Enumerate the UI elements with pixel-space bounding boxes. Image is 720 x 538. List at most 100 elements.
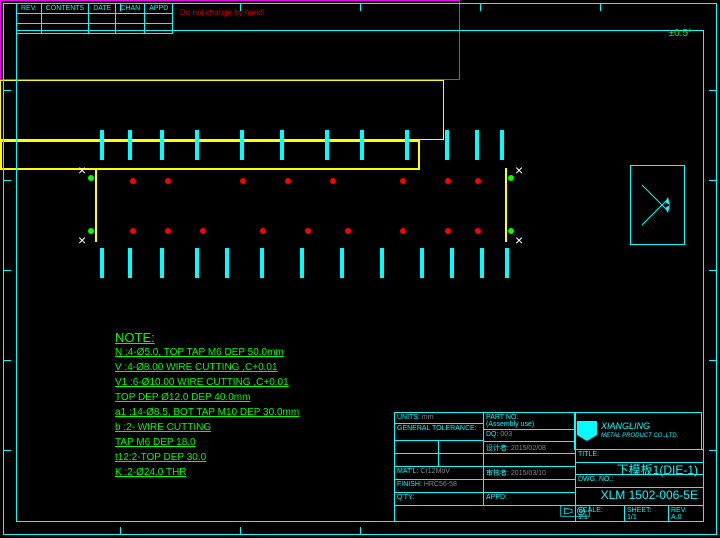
hole-marker: [345, 228, 351, 234]
hole-marker: [445, 178, 451, 184]
note-line: t12:2-TOP DEP 30.0: [115, 450, 299, 465]
qty-label: Q'TY:: [394, 492, 484, 506]
dim-leader: [380, 248, 384, 278]
dim-leader: [195, 248, 199, 278]
dim-leader: [280, 130, 284, 160]
cross-mark: ×: [78, 162, 86, 178]
cross-mark: ×: [78, 232, 86, 248]
tick: [360, 3, 361, 11]
drawn-date: 2015/02/08: [511, 445, 546, 452]
note-line: V1 :6-Ø10.00 WIRE CUTTING ,C+0.01: [115, 375, 299, 390]
rev-header: CONTENTS: [41, 4, 89, 14]
dim-leader: [500, 130, 504, 160]
hole-marker: [165, 178, 171, 184]
dim-leader: [445, 130, 449, 160]
hole-marker: [240, 178, 246, 184]
rev-header: DATE: [89, 4, 116, 14]
hole-marker: [130, 178, 136, 184]
tick: [3, 180, 11, 181]
hole-marker: [400, 178, 406, 184]
dim-leader: [260, 248, 264, 278]
corner-marker: [508, 228, 514, 234]
angle-tolerance: ±0.5°: [669, 28, 692, 39]
note-line: b :2- WIRE CUTTING: [115, 420, 299, 435]
dim-leader: [405, 130, 409, 160]
tick: [240, 527, 241, 535]
units-value: mm: [422, 414, 434, 421]
side-view-detail: [632, 175, 682, 235]
rev-header: APPD: [145, 4, 173, 14]
dq-value: 003: [500, 431, 512, 438]
check-date: 2015/03/10: [511, 470, 546, 477]
hole-marker: [130, 228, 136, 234]
corner-line: [95, 168, 97, 242]
drawing-number: XLM 1502-006-5E: [601, 488, 698, 502]
tick: [3, 450, 11, 451]
note-line: V :4-Ø8.00 WIRE CUTTING ,C+0.01: [115, 360, 299, 375]
corner-marker: [508, 175, 514, 181]
rev-header: CHAN: [116, 4, 145, 14]
dim-leader: [128, 248, 132, 278]
dim-leader: [300, 248, 304, 278]
revision-table: REV. CONTENTS DATE CHAN APPD: [16, 3, 173, 34]
hole-marker: [330, 178, 336, 184]
company-logo: XIANGLING METAL PRODUCT CO.,LTD.: [574, 412, 702, 450]
logo-icon: [577, 421, 597, 441]
warning-text: Do not change by hand!: [180, 8, 265, 17]
dim-leader: [160, 248, 164, 278]
hole-marker: [445, 228, 451, 234]
hole-marker: [200, 228, 206, 234]
tick: [3, 270, 11, 271]
dim-leader: [100, 130, 104, 160]
dim-leader: [450, 248, 454, 278]
matl-label: MAT'L:: [397, 468, 418, 475]
dim-leader: [195, 130, 199, 160]
tick: [600, 3, 601, 11]
dim-leader: [240, 130, 244, 160]
tick: [480, 3, 481, 11]
hole-marker: [165, 228, 171, 234]
cross-mark: ×: [515, 232, 523, 248]
note-line: TOP DEP Ø12.0 DEP 40.0mm: [115, 390, 299, 405]
partno-label: PART NO.: [486, 414, 518, 421]
hole-marker: [400, 228, 406, 234]
drawn-label: 设计者:: [486, 445, 509, 452]
hole-marker: [260, 228, 266, 234]
tick: [709, 360, 717, 361]
sheet-label: SHEET:: [627, 507, 652, 514]
dim-leader: [475, 130, 479, 160]
dim-leader: [360, 130, 364, 160]
dim-leader: [505, 248, 509, 278]
dim-leader: [128, 130, 132, 160]
tick: [709, 90, 717, 91]
projection-symbol-icon: [560, 504, 590, 518]
tick: [709, 450, 717, 451]
dim-leader: [100, 248, 104, 278]
part-title: 下模板1(DIE-1): [617, 461, 698, 478]
dim-leader: [340, 248, 344, 278]
rev-label: REV.: [671, 507, 687, 514]
assy-label: (Assembly use): [486, 421, 534, 428]
dim-leader: [225, 248, 229, 278]
tick: [120, 527, 121, 535]
dim-leader: [420, 248, 424, 278]
corner-marker: [88, 228, 94, 234]
matl-value: Cr12MoV: [420, 468, 450, 475]
tick: [3, 360, 11, 361]
rev-header: REV.: [17, 4, 42, 14]
notes-block: NOTE: N :4-Ø5.0, TOP TAP M6 DEP 50.0mm V…: [115, 330, 299, 480]
hole-marker: [305, 228, 311, 234]
units-label: UNITS:: [397, 414, 420, 421]
dim-leader: [480, 248, 484, 278]
rev-value: A.0: [671, 514, 682, 521]
dq-label: DQ:: [486, 431, 498, 438]
note-line: TAP M6 DEP 18.0: [115, 435, 299, 450]
tol-label: GENERAL TOLERANCE:: [394, 423, 484, 441]
tick: [709, 270, 717, 271]
cross-mark: ×: [515, 162, 523, 178]
hole-marker: [475, 228, 481, 234]
dim-leader: [325, 130, 329, 160]
company-sub: METAL PRODUCT CO.,LTD.: [601, 431, 678, 441]
sheet-value: 1/1: [627, 514, 637, 521]
notes-title: NOTE:: [115, 330, 299, 345]
